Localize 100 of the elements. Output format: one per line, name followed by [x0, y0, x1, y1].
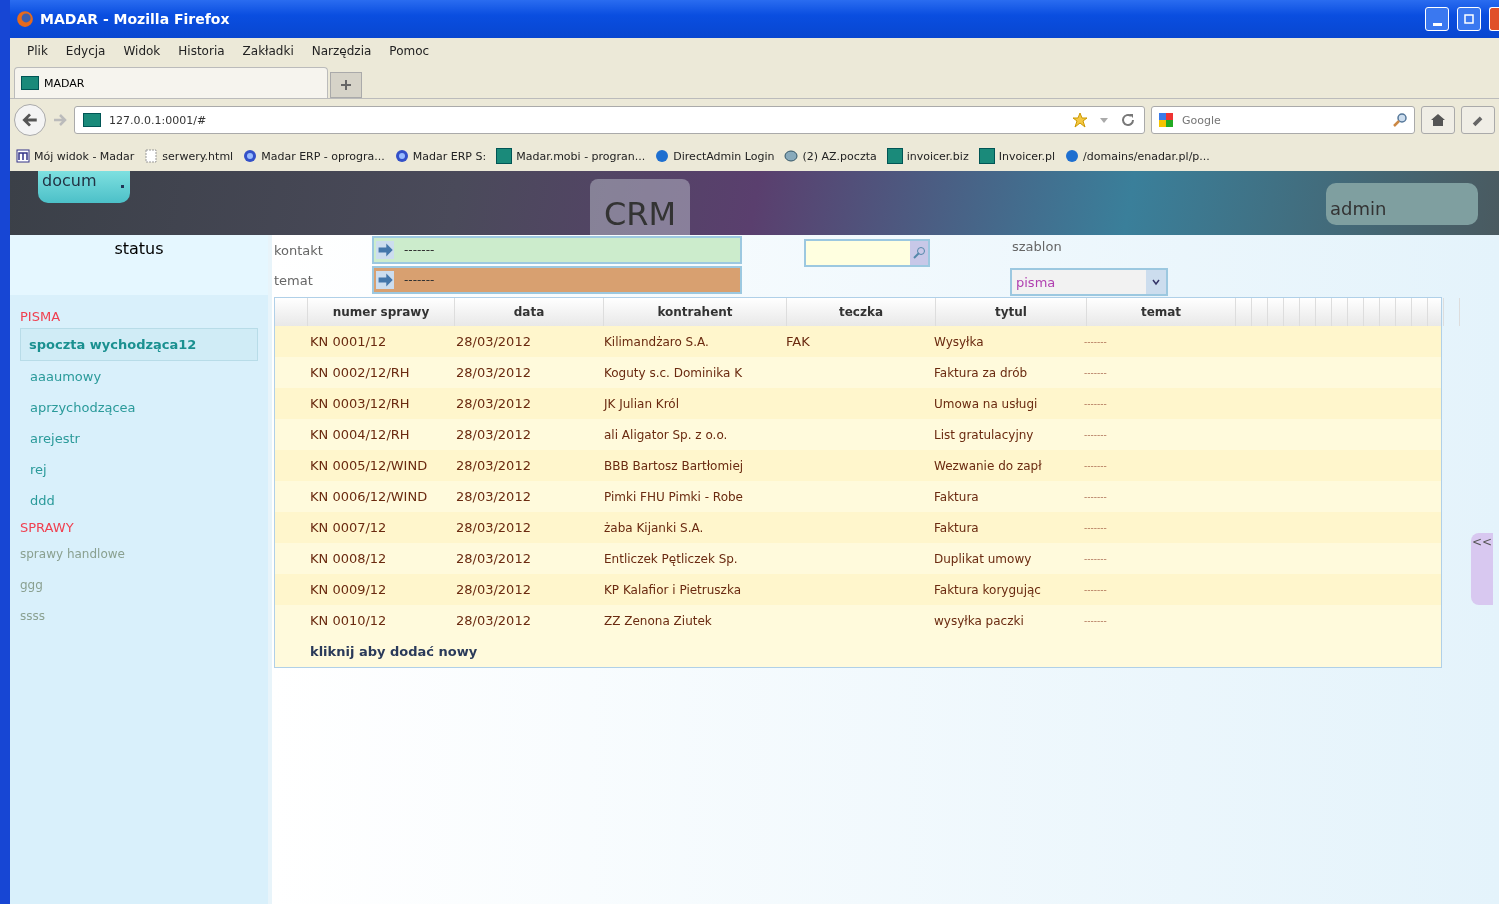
firefox-icon: [16, 10, 34, 28]
search-icon[interactable]: [912, 246, 926, 260]
table-cell-text: 28/03/2012: [455, 365, 532, 380]
table-cell-text: 28/03/2012: [455, 520, 532, 535]
table-cell-text: 28/03/2012: [455, 489, 532, 504]
logo-icon: [16, 149, 30, 163]
table-cell-text: -------: [1083, 460, 1108, 471]
window-title: MADAR - Mozilla Firefox: [40, 11, 230, 27]
bookmark-item[interactable]: (2) AZ.poczta: [784, 149, 877, 163]
table-cell-text: KN 0010/12: [309, 613, 388, 628]
table-cell-text: BBB Bartosz Bartłomiej: [603, 458, 745, 473]
table-cell-text: żaba Kijanki S.A.: [603, 520, 705, 535]
field-label: szablon: [1011, 239, 1063, 254]
home-button[interactable]: [1421, 106, 1455, 134]
plus-icon: [340, 79, 352, 91]
table-cell-text: KN 0004/12/RH: [309, 427, 411, 442]
maximize-button[interactable]: [1457, 7, 1481, 31]
reload-icon[interactable]: [1120, 112, 1136, 128]
close-button[interactable]: [1489, 7, 1499, 31]
table-cell-text: KN 0001/12: [309, 334, 388, 349]
table-cell-text: -------: [1083, 584, 1108, 595]
table-cell-text: -------: [1083, 615, 1108, 626]
table-cell-text: -------: [1083, 522, 1108, 533]
bookmark-item[interactable]: Mój widok - Madar: [16, 149, 135, 163]
menu-item[interactable]: Pomoc: [380, 44, 439, 58]
collapse-handle[interactable]: <<: [1471, 533, 1493, 605]
table-cell-text: FAK: [785, 334, 811, 349]
browser-tab[interactable]: MADAR: [14, 67, 328, 98]
search-engine-icon[interactable]: [1158, 112, 1174, 128]
table-cell-text: 28/03/2012: [455, 396, 532, 411]
url-text: 127.0.0.1:0001/#: [109, 113, 207, 127]
table-cell-text: JK Julian Król: [602, 396, 681, 411]
menu-item[interactable]: Plik: [18, 44, 57, 58]
table-cell-text: -------: [1083, 553, 1108, 564]
site-icon: [978, 148, 995, 164]
table-cell-text: KN 0008/12: [309, 551, 388, 566]
sidebar-title: status: [10, 235, 268, 295]
section-heading: SPRAWY: [19, 519, 75, 537]
table-cell-text: Faktura: [933, 489, 980, 504]
table-cell-text: 28/03/2012: [455, 613, 532, 628]
user-button[interactable]: admin: [1326, 183, 1478, 225]
addon-button[interactable]: [1461, 106, 1495, 134]
bookmark-item[interactable]: Madar ERP - oprogra...: [243, 149, 385, 163]
table-cell-text: -------: [1083, 367, 1108, 378]
address-bar[interactable]: 127.0.0.1:0001/#: [74, 106, 1145, 134]
arrow-icon[interactable]: [376, 241, 394, 259]
bookmark-item[interactable]: DirectAdmin Login: [655, 149, 775, 163]
caret-icon[interactable]: [1151, 277, 1161, 287]
table-cell-text: Wysyłka: [933, 334, 985, 349]
table-cell-text: -------: [1083, 336, 1108, 347]
table-cell-text: Koguty s.c. Dominika K: [603, 365, 744, 380]
bookmark-item[interactable]: serwery.html: [144, 149, 234, 163]
back-button[interactable]: [14, 104, 46, 136]
bookmark-item[interactable]: Madar ERP S:: [394, 149, 487, 163]
site-icon: [83, 113, 101, 127]
bookmark-item[interactable]: invoicer.biz: [886, 148, 969, 164]
bookmark-item[interactable]: Invoicer.pl: [978, 148, 1056, 164]
module-select[interactable]: docum: [38, 171, 130, 203]
globe-icon: [394, 149, 409, 163]
table-cell-text: 28/03/2012: [455, 551, 532, 566]
menu-item[interactable]: Narzędzia: [302, 44, 381, 58]
template-select[interactable]: pisma: [1010, 268, 1168, 296]
page-icon: [144, 149, 159, 163]
site-icon: [496, 148, 513, 164]
contact-field[interactable]: -------: [372, 236, 742, 264]
star-icon[interactable]: [1072, 112, 1088, 128]
menu-item[interactable]: Edycja: [56, 44, 115, 58]
table-cell-text: Entliczek Pętliczek Sp.: [603, 551, 739, 566]
table-cell-text: -------: [1083, 429, 1108, 440]
globe-icon: [243, 149, 258, 163]
search-icon[interactable]: [1392, 112, 1408, 128]
bookmark-item[interactable]: /domains/enadar.pl/p...: [1065, 149, 1210, 163]
site-icon: [21, 76, 39, 90]
arrow-icon[interactable]: [376, 271, 394, 289]
add-new-link[interactable]: kliknij aby dodać nowy: [307, 644, 478, 659]
menu-item[interactable]: Zakładki: [233, 44, 303, 58]
table-cell-text: KN 0005/12/WIND: [309, 458, 429, 473]
new-tab-button[interactable]: [330, 72, 362, 98]
table-cell-text: KN 0002/12/RH: [309, 365, 411, 380]
bookmark-item[interactable]: Madar.mobi - progran...: [496, 148, 646, 164]
back-icon: [21, 111, 39, 129]
search-bar[interactable]: Google: [1151, 106, 1415, 134]
table-cell-text: 28/03/2012: [455, 427, 532, 442]
table-cell-text: KN 0006/12/WIND: [309, 489, 429, 504]
table-cell-text: wysyłka paczki: [933, 613, 1025, 628]
topic-field[interactable]: -------: [372, 266, 742, 294]
table-cell-text: Wezwanie do zapł: [933, 458, 1043, 473]
field-label: temat: [273, 272, 314, 288]
table-cell-text: 28/03/2012: [455, 334, 532, 349]
table-cell-text: Umowa na usługi: [933, 396, 1039, 411]
table-cell-text: -------: [1083, 398, 1108, 409]
search-field[interactable]: [804, 239, 930, 267]
table-cell-text: ZZ Zenona Ziutek: [603, 613, 713, 628]
section-heading: PISMA: [19, 308, 62, 326]
menu-item[interactable]: Historia: [169, 44, 234, 58]
minimize-button[interactable]: [1425, 7, 1449, 31]
menu-item[interactable]: Widok: [114, 44, 170, 58]
table-cell-text: KN 0009/12: [309, 582, 388, 597]
table-cell-text: 28/03/2012: [455, 582, 532, 597]
table-cell-text: Faktura korygując: [933, 582, 1042, 597]
